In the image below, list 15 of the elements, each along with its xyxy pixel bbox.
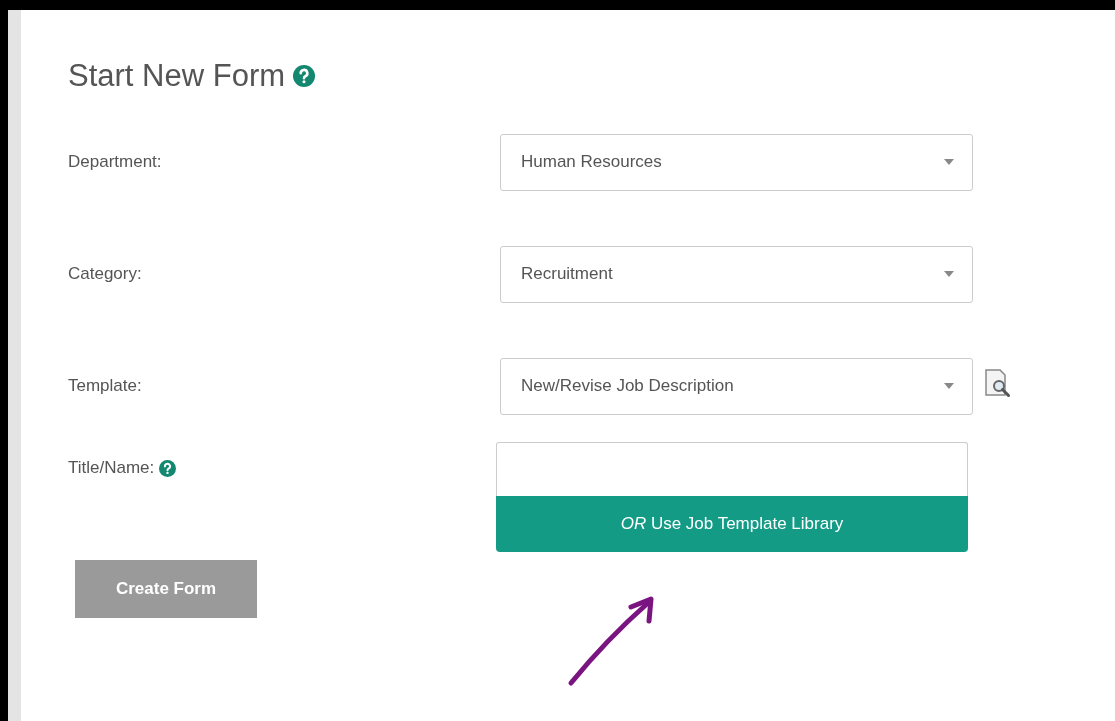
caret-icon <box>944 271 954 277</box>
field-label: Category: <box>68 264 142 284</box>
caret-icon <box>944 159 954 165</box>
field-label: Template: <box>68 376 142 396</box>
caret-icon <box>944 383 954 389</box>
page-title: Start New Form <box>68 58 286 94</box>
dropdown[interactable]: Recruitment <box>500 245 973 303</box>
input-field[interactable] <box>496 442 968 496</box>
help-icon[interactable] <box>293 65 316 87</box>
dropdown[interactable]: New/Revise Job Description <box>500 357 973 415</box>
dropdown[interactable]: Human Resources <box>500 133 973 191</box>
field-label: Department: <box>68 152 162 172</box>
document-search-icon[interactable] <box>983 368 1013 400</box>
help-icon[interactable] <box>159 459 177 477</box>
field-label: Title/Name: <box>68 458 155 478</box>
